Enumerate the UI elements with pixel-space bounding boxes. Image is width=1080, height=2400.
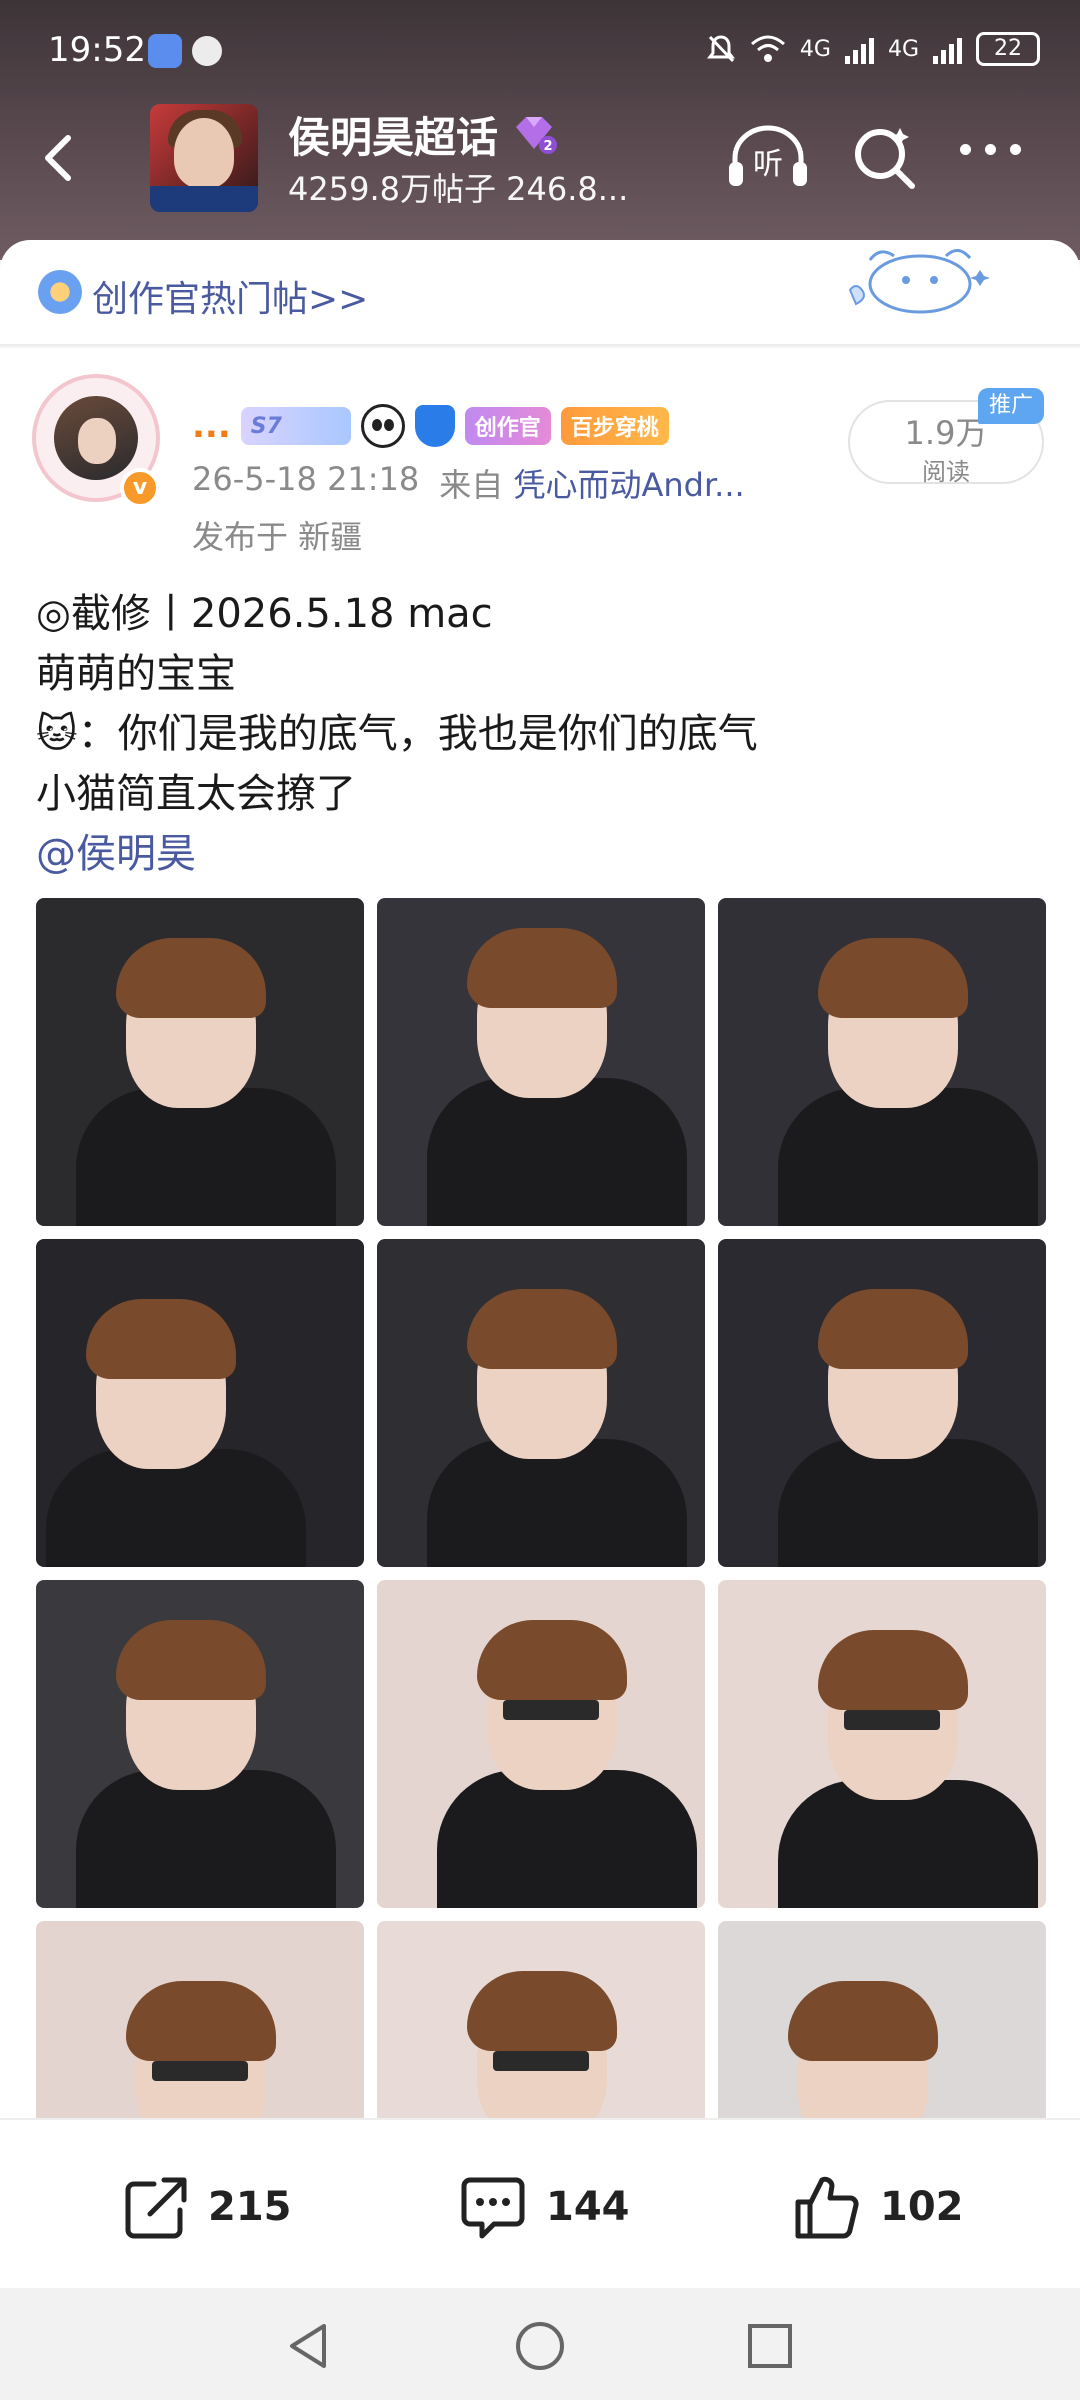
post-image-12[interactable] — [718, 1921, 1046, 2128]
mention-link[interactable]: @侯明昊 — [36, 824, 758, 884]
battery-icon: 22 — [976, 32, 1040, 66]
post-line-3: 🐱：你们是我的底气，我也是你们的底气 — [36, 711, 758, 757]
wifi-icon — [750, 35, 785, 62]
post-line-1: ◎截修丨2026.5.18 mac — [36, 591, 493, 637]
status-time: 19:52 — [48, 30, 146, 70]
verified-badge-icon: v — [120, 468, 160, 508]
wechat-icon — [192, 36, 222, 66]
banner-text: 创作官热门帖>> — [92, 279, 369, 320]
comment-icon — [461, 2177, 525, 2239]
s7-level-badge[interactable]: S7 — [240, 407, 351, 445]
network-type-2: 4G — [887, 36, 919, 62]
status-bar: 19:52 4G 4G 22 — [0, 0, 1080, 100]
share-count: 215 — [208, 2184, 292, 2230]
listen-headphones-icon[interactable]: 听 — [725, 122, 811, 192]
author-name[interactable]: ... — [192, 406, 231, 446]
post-image-6[interactable] — [718, 1239, 1046, 1567]
topic-title-text: 侯明昊超话 — [288, 113, 499, 162]
shield-badge-icon[interactable] — [414, 405, 455, 447]
bai-bu-badge[interactable]: 百步穿桃 — [560, 407, 669, 445]
post-card[interactable]: v ... S7 创作官 百步穿桃 26-5-18 21:18 来自 凭心而动A… — [0, 348, 1080, 2128]
avatar-photo — [54, 396, 138, 480]
back-arrow-icon[interactable] — [30, 128, 90, 188]
nav-back-icon[interactable] — [280, 2318, 336, 2374]
nav-home-icon[interactable] — [512, 2318, 568, 2374]
topic-stats: 4259.8万帖子 246.8... — [288, 170, 629, 208]
post-image-10[interactable] — [36, 1921, 364, 2128]
panda-badge-icon[interactable] — [360, 404, 405, 448]
post-line-2: 萌萌的宝宝 — [36, 651, 236, 697]
ad-tag: 推广 — [978, 388, 1044, 424]
app-notification-icon — [148, 34, 182, 68]
post-image-1[interactable] — [36, 898, 364, 1226]
more-options-icon[interactable] — [960, 144, 1030, 174]
author-row: ... S7 创作官 百步穿桃 — [192, 404, 669, 448]
status-indicators: 4G 4G 22 — [706, 32, 1040, 66]
post-body: ◎截修丨2026.5.18 mac 萌萌的宝宝 🐱：你们是我的底气，我也是你们的… — [36, 584, 758, 884]
post-location: 发布于 新疆 — [192, 518, 363, 556]
star-badge-icon — [38, 270, 82, 314]
source-prefix: 来自 — [439, 466, 504, 504]
creator-badge[interactable]: 创作官 — [464, 407, 551, 445]
cartoon-decoration-icon — [848, 249, 990, 314]
signal-icon-1 — [844, 34, 874, 64]
like-count: 102 — [880, 2184, 964, 2230]
topic-header: 侯明昊超话 2 4259.8万帖子 246.8... 听 — [0, 100, 1080, 220]
post-source[interactable]: 凭心而动Andr... — [513, 466, 744, 504]
post-image-11[interactable] — [377, 1921, 705, 2128]
image-grid — [36, 898, 1046, 2128]
hot-posts-banner[interactable]: 创作官热门帖>> — [0, 240, 1080, 346]
diamond-level-icon: 2 — [516, 116, 558, 154]
comment-count: 144 — [546, 2184, 630, 2230]
svg-text:2: 2 — [543, 139, 552, 154]
svg-text:听: 听 — [753, 147, 783, 182]
share-button[interactable]: 215 — [120, 2172, 292, 2242]
post-image-4[interactable] — [36, 1239, 364, 1567]
post-line-4: 小猫简直太会撩了 — [36, 771, 356, 817]
post-image-7[interactable] — [36, 1580, 364, 1908]
post-image-9[interactable] — [718, 1580, 1046, 1908]
action-bar: 215 144 102 — [0, 2118, 1080, 2288]
read-label: 阅读 — [922, 458, 970, 486]
signal-icon-2 — [933, 34, 962, 64]
post-image-8[interactable] — [377, 1580, 705, 1908]
thumbs-up-icon — [795, 2176, 859, 2239]
network-type-1: 4G — [799, 36, 831, 62]
mute-icon — [706, 35, 735, 63]
post-timestamp: 26-5-18 21:18 — [192, 460, 420, 498]
post-meta: 26-5-18 21:18 来自 凭心而动Andr... — [192, 460, 745, 506]
notification-icons — [148, 34, 222, 68]
post-image-5[interactable] — [377, 1239, 705, 1567]
nav-recents-icon[interactable] — [742, 2318, 798, 2374]
post-image-2[interactable] — [377, 898, 705, 1226]
author-avatar[interactable]: v — [32, 374, 160, 514]
topic-avatar[interactable] — [150, 104, 258, 212]
system-nav-bar — [0, 2288, 1080, 2400]
like-button[interactable]: 102 — [792, 2172, 964, 2242]
share-icon — [125, 2177, 187, 2239]
topic-title[interactable]: 侯明昊超话 2 — [288, 104, 558, 165]
post-image-3[interactable] — [718, 898, 1046, 1226]
comment-button[interactable]: 144 — [458, 2172, 630, 2242]
search-icon[interactable] — [850, 122, 920, 192]
